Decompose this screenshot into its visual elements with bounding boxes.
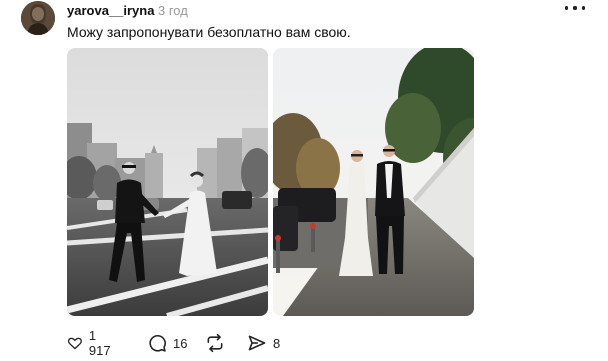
more-options-icon[interactable]: [565, 1, 585, 15]
like-count: 1 917: [88, 328, 111, 358]
heart-icon: [67, 337, 82, 350]
post-time: 3 год: [158, 3, 188, 18]
reply-button[interactable]: 16: [147, 333, 187, 353]
post-photo-2[interactable]: [273, 48, 474, 316]
post-text: Можу запропонувати безоплатно вам свою.: [67, 24, 351, 40]
share-count: 8: [273, 335, 281, 351]
repost-button[interactable]: [205, 333, 225, 353]
like-button[interactable]: 1 917: [67, 328, 115, 358]
reply-count: 16: [173, 335, 188, 351]
post-card: yarova__iryna 3 год Можу запропонувати б…: [0, 0, 608, 361]
username[interactable]: yarova__iryna: [67, 3, 154, 18]
share-button[interactable]: 8: [247, 333, 280, 353]
comment-icon: [149, 335, 166, 352]
repost-icon: [207, 333, 223, 353]
avatar[interactable]: [21, 1, 55, 35]
send-icon: [248, 335, 266, 351]
post-photo-1[interactable]: [67, 48, 268, 316]
